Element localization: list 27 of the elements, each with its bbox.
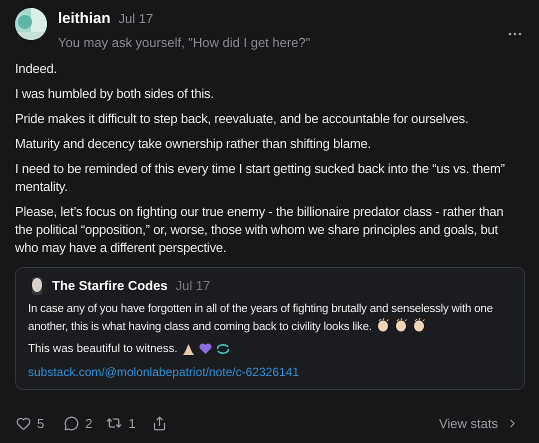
quote-avatar — [28, 276, 46, 295]
share-icon — [152, 416, 167, 431]
quote-author-name[interactable]: The Starfire Codes — [52, 276, 168, 296]
post-paragraph: Maturity and decency take ownership rather than shifting blame. — [15, 135, 372, 153]
comment-button[interactable]: 2 — [64, 414, 92, 433]
heart-icon — [16, 416, 31, 431]
comment-icon — [64, 416, 80, 431]
note-link[interactable]: substack.com/@molonlabepatriot/note/c-62326141 — [28, 362, 512, 380]
share-button[interactable] — [152, 416, 167, 431]
quote-paragraph: This was beautiful to witness. — [28, 342, 178, 356]
author-subtitle: You may ask yourself, "How did I get here?" — [58, 34, 312, 52]
quote-date: Jul 17 — [176, 277, 210, 295]
heart-icon — [198, 343, 212, 355]
post-paragraph: Pride makes it difficult to step back, reevaluate, and be accountable for ourselves. — [15, 110, 470, 128]
post-paragraph: Please, let’s focus on fighting our true enemy - the billionaire predator class - rather than the political “opposition,” or, worse, those with whom we share principles and goals, but who may have a different perspective. — [15, 203, 504, 257]
more-icon[interactable] — [508, 32, 522, 36]
restack-button[interactable]: 1 — [106, 414, 136, 433]
post-date: Jul 17 — [118, 10, 154, 28]
post-paragraph: I need to be reminded of this every time I start getting sucked back into the “us vs. them” mentality. — [15, 160, 506, 196]
quote-paragraph: In case any of you have forgotten in all of the years of fighting brutally and senselessly with one another, this is what having class and coming back to civility looks like. — [28, 302, 494, 334]
view-stats-button[interactable]: View stats — [438, 414, 519, 433]
post-paragraph: Indeed. — [15, 60, 58, 78]
avatar[interactable] — [15, 8, 47, 40]
post-paragraph: I was humbled by both sides of this. — [15, 85, 215, 103]
quoted-note-card[interactable] — [15, 267, 525, 390]
like-button[interactable]: 5 — [16, 414, 44, 433]
author-name[interactable]: leithian — [58, 8, 111, 30]
